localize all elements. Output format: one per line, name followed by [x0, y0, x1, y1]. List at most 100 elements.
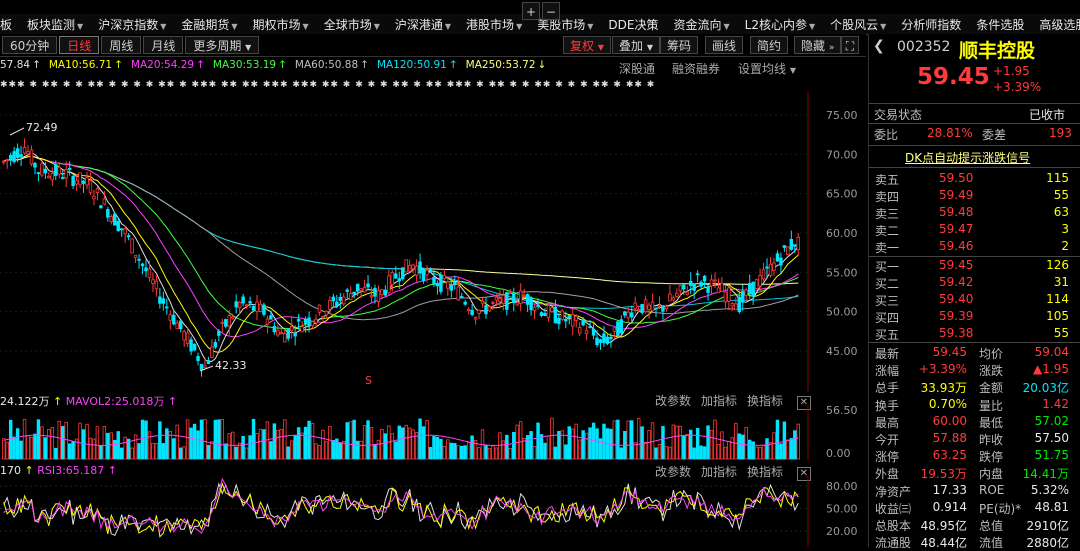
volume-bar	[352, 419, 356, 460]
rsi-axis-label: 50.00	[826, 503, 858, 516]
more-periods-button[interactable]: 更多周期 ▼	[185, 36, 260, 54]
candle-body	[602, 333, 606, 344]
margin-trading-link[interactable]: 融资融券	[672, 60, 720, 77]
fullscreen-icon[interactable]: ⛶	[841, 36, 859, 54]
candle-body	[692, 283, 696, 291]
nav-item[interactable]: 条件选股	[976, 16, 1033, 33]
volume-bar	[491, 445, 495, 460]
volume-bar	[8, 419, 13, 460]
volume-axis-label: 0.00	[826, 447, 851, 460]
candle-body	[473, 317, 478, 320]
candle-body	[744, 289, 748, 296]
price-change-pct: +3.39%	[993, 80, 1042, 94]
candle-body	[751, 281, 755, 297]
ma-legend-item: MA10:56.71 ↑	[49, 59, 123, 71]
candle-body	[102, 198, 107, 205]
nav-item[interactable]: 期权市场 ▼	[253, 16, 318, 33]
volume-bar	[546, 435, 551, 460]
candle-body	[373, 287, 377, 297]
volume-bar	[747, 439, 752, 460]
nav-item[interactable]: 高级选股	[1039, 16, 1080, 33]
volume-bar	[33, 433, 37, 460]
chips-button[interactable]: 筹码	[660, 36, 699, 54]
adjust-price-button[interactable]: 复权 ▼	[563, 36, 611, 54]
overlay-button[interactable]: 叠加 ▼	[612, 36, 660, 54]
stat-label: 涨跌	[979, 364, 1004, 379]
nav-item[interactable]: 沪深京指数 ▼	[98, 16, 175, 33]
period-daily-button[interactable]: 日线	[59, 36, 100, 54]
nav-item[interactable]: DDE决策	[608, 16, 667, 33]
sz-connect-link[interactable]: 深股通	[619, 60, 655, 77]
candle-body	[67, 167, 72, 170]
volume-bar	[407, 427, 412, 460]
volume-bar	[102, 426, 107, 460]
volume-bar	[456, 445, 460, 460]
nav-item[interactable]: 板	[0, 16, 21, 33]
volume-bar	[411, 429, 415, 460]
simple-mode-button[interactable]: 简约	[750, 36, 789, 54]
nav-item[interactable]: 沪深港通 ▼	[395, 16, 460, 33]
candle-body	[241, 296, 245, 304]
rsi-line	[3, 482, 799, 538]
volume-bar	[751, 441, 755, 460]
candle-body	[50, 173, 55, 181]
ma-settings-link[interactable]: 设置均线 ▼	[738, 60, 796, 77]
period-60min-button[interactable]: 60分钟	[2, 36, 58, 54]
candle-body	[192, 343, 197, 351]
volume-bar	[175, 424, 179, 460]
hide-button[interactable]: 隐藏 »	[794, 36, 842, 54]
candle-body	[480, 300, 485, 304]
ask-row: 卖五 59.50 115	[875, 171, 1075, 188]
nav-item-label: DDE决策	[608, 17, 659, 32]
period-monthly-button[interactable]: 月线	[143, 36, 184, 54]
volume-bar	[106, 432, 110, 460]
candle-body	[518, 290, 523, 304]
volume-bar	[404, 424, 408, 460]
level-volume: 105	[1046, 309, 1069, 323]
stat-label: 净资产	[875, 484, 912, 499]
candle-body	[227, 315, 231, 327]
candle-body	[5, 159, 9, 161]
nav-item[interactable]: 金融期货 ▼	[181, 16, 246, 33]
candle-body	[754, 279, 759, 289]
candle-body	[355, 283, 360, 292]
volume-bar	[647, 430, 651, 460]
candle-body	[699, 281, 703, 287]
draw-line-button[interactable]: 画线	[705, 36, 744, 54]
candle-body	[289, 326, 294, 331]
nav-item-label: 期权市场	[252, 17, 301, 32]
zoom-in-button[interactable]: +	[522, 2, 540, 20]
dk-signal-link[interactable]: DK点自动提示涨跌信号	[905, 149, 1030, 166]
volume-bar	[60, 425, 65, 460]
level-price: 59.38	[939, 326, 974, 340]
candle-body	[126, 235, 131, 238]
candle-body	[397, 278, 401, 282]
candlestick-chart[interactable]: 75.00 70.00 65.00 60.00 55.00 50.00 45.00 72.4…	[0, 92, 866, 392]
nav-item[interactable]: 板块监测 ▼	[27, 16, 92, 33]
candle-body	[418, 261, 422, 274]
stat-value: 19.53万	[920, 467, 967, 482]
volume-bar	[626, 420, 630, 460]
nav-item[interactable]: 分析师指数	[901, 16, 970, 33]
zoom-out-button[interactable]: −	[542, 2, 560, 20]
candle-body	[508, 291, 513, 293]
nav-item[interactable]: 个股风云 ▼	[830, 16, 895, 33]
volume-bar	[210, 441, 214, 460]
nav-item-label: 个股风云	[830, 17, 879, 32]
period-weekly-button[interactable]: 周线	[101, 36, 142, 54]
chevron-down-icon: ▼	[231, 21, 238, 31]
nav-item[interactable]: 资金流向 ▼	[673, 16, 738, 33]
volume-bar	[220, 419, 225, 460]
nav-item[interactable]: 全球市场 ▼	[324, 16, 389, 33]
candle-body	[598, 339, 603, 343]
nav-item[interactable]: L2核心内参 ▼	[745, 16, 824, 33]
volume-bar	[595, 428, 599, 460]
candle-body	[185, 332, 190, 344]
stat-value: 2880亿	[1026, 536, 1069, 551]
candle-body	[203, 365, 207, 368]
volume-bar	[796, 423, 800, 460]
volume-bar	[123, 436, 127, 460]
volume-bar	[355, 440, 360, 460]
candle-body	[702, 275, 707, 282]
left-bracket-icon[interactable]: ❮	[873, 38, 885, 54]
